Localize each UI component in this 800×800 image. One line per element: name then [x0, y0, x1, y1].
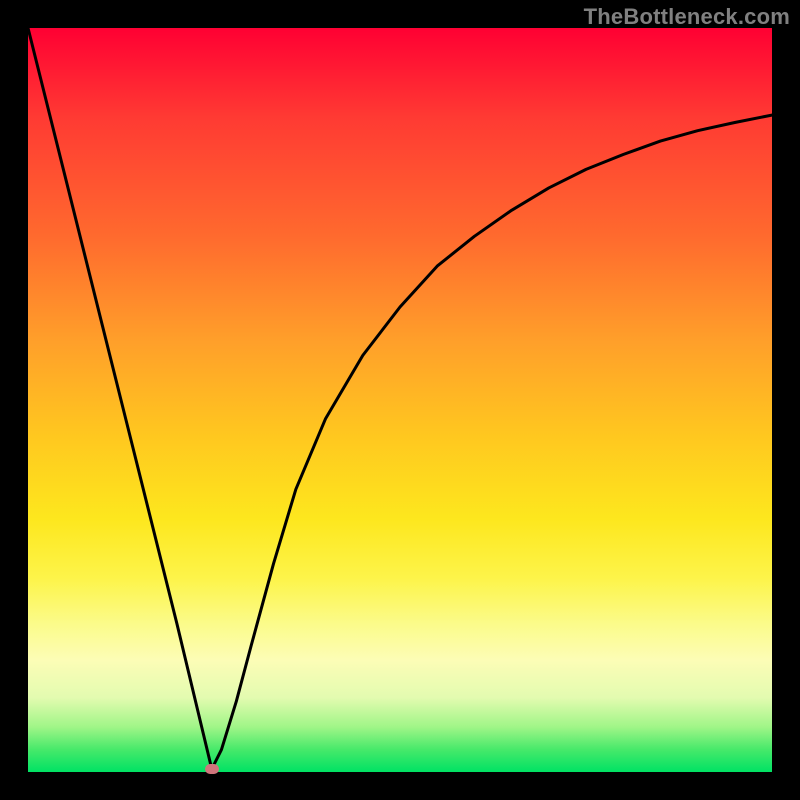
minimum-marker: [205, 764, 219, 774]
chart-frame: TheBottleneck.com: [0, 0, 800, 800]
watermark-text: TheBottleneck.com: [584, 4, 790, 30]
bottleneck-curve: [28, 28, 772, 772]
plot-area: [28, 28, 772, 772]
